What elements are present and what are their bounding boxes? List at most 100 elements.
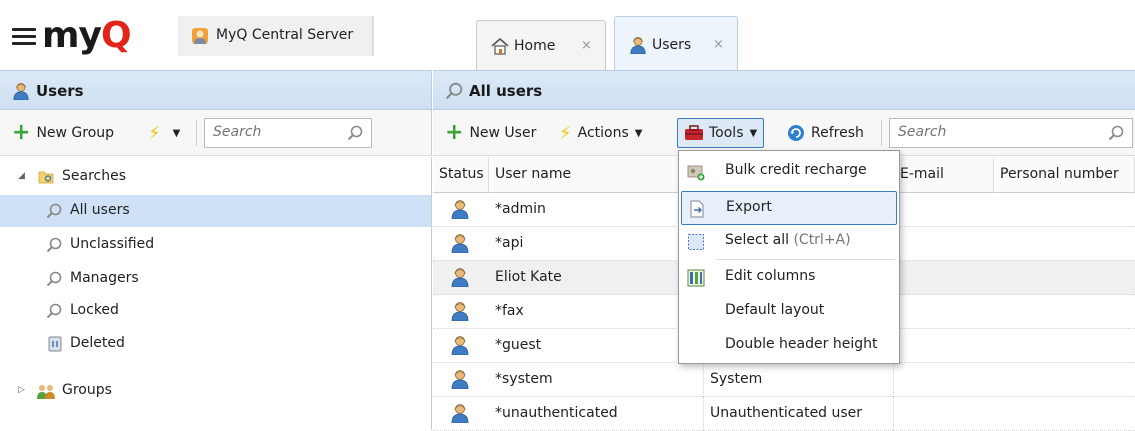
tree-item-locked[interactable]: Locked <box>0 295 431 327</box>
select-all-icon <box>688 234 704 250</box>
select-all-shortcut: (Ctrl+A) <box>793 232 851 248</box>
tab-home-label: Home <box>514 38 556 54</box>
tree-item-all-users[interactable]: All users <box>0 195 431 227</box>
cell-username: *guest <box>489 329 704 363</box>
actions-button[interactable]: ⚡ Actions ▼ <box>559 122 642 144</box>
expand-arrow-icon[interactable]: ◢ <box>18 171 25 181</box>
myq-logo: myQ <box>42 15 132 56</box>
tree-label-locked: Locked <box>70 302 119 318</box>
user-status-icon <box>451 199 469 219</box>
table-row[interactable]: *unauthenticated Unauthenticated user <box>433 397 1135 431</box>
menu-icon[interactable] <box>12 28 36 46</box>
user-status-icon <box>451 267 469 287</box>
tree-label-all-users: All users <box>70 202 130 218</box>
search-icon <box>46 303 62 319</box>
column-header-email[interactable]: E-mail <box>894 157 994 193</box>
server-label: MyQ Central Server <box>216 27 354 43</box>
menu-item-default-layout[interactable]: Default layout <box>681 295 897 329</box>
cell-username: *admin <box>489 193 704 227</box>
tree-item-deleted[interactable]: Deleted <box>0 328 431 360</box>
tab-home[interactable]: Home × <box>476 20 606 70</box>
menu-item-export[interactable]: Export <box>681 191 897 225</box>
user-icon <box>12 82 30 100</box>
refresh-button[interactable]: Refresh <box>787 122 864 144</box>
actions-label: Actions <box>577 125 629 141</box>
cell-fullname: System <box>704 363 894 397</box>
new-user-button[interactable]: + New User <box>445 122 536 144</box>
export-icon <box>690 200 704 218</box>
new-group-button[interactable]: + New Group <box>12 122 114 144</box>
user-search-input[interactable] <box>898 124 1038 140</box>
user-status-icon <box>451 369 469 389</box>
menu-item-edit-columns[interactable]: Edit columns <box>681 261 897 295</box>
table-row[interactable]: *system System <box>433 363 1135 397</box>
group-actions-button[interactable]: ⚡ ▼ <box>148 122 180 144</box>
menu-label-edit-columns: Edit columns <box>725 268 816 284</box>
tree-item-unclassified[interactable]: Unclassified <box>0 229 431 261</box>
refresh-label: Refresh <box>811 125 864 141</box>
top-bar: myQ MyQ Central Server Home × Users × <box>0 0 1135 70</box>
lightning-icon: ⚡ <box>148 122 161 144</box>
expand-arrow-icon[interactable]: ▷ <box>18 385 25 395</box>
user-status-icon <box>451 233 469 253</box>
tree-node-searches[interactable]: ◢ Searches <box>0 161 431 193</box>
home-icon <box>491 37 509 55</box>
tools-button[interactable]: Tools ▼ <box>677 118 765 148</box>
menu-item-select-all[interactable]: Select all (Ctrl+A) <box>681 225 897 259</box>
toolbox-icon <box>685 125 703 140</box>
column-header-status[interactable]: Status <box>433 157 489 193</box>
close-icon[interactable]: × <box>713 37 724 52</box>
tools-menu: Bulk credit recharge Export Select all (… <box>678 150 900 364</box>
server-user-icon <box>192 28 208 44</box>
column-header-personal-number[interactable]: Personal number <box>994 157 1135 193</box>
tab-users[interactable]: Users × <box>614 16 738 70</box>
menu-label-default-layout: Default layout <box>725 302 825 318</box>
columns-icon <box>687 269 705 287</box>
search-icon <box>46 271 62 287</box>
chevron-down-icon: ▼ <box>749 127 758 139</box>
user-icon <box>629 36 647 54</box>
menu-label-double-header: Double header height <box>725 336 878 352</box>
refresh-icon <box>788 125 804 141</box>
column-header-user-name[interactable]: User name <box>489 157 704 193</box>
left-toolbar: + New Group ⚡ ▼ <box>0 110 432 156</box>
user-search-box[interactable] <box>889 118 1133 148</box>
select-all-text: Select all <box>725 232 789 248</box>
tree-node-groups[interactable]: ▷ Groups <box>0 375 431 407</box>
menu-item-double-header-height[interactable]: Double header height <box>681 329 897 363</box>
tools-label: Tools <box>709 125 744 141</box>
search-icon[interactable] <box>347 125 363 141</box>
close-icon[interactable]: × <box>581 38 592 53</box>
tree-label-searches: Searches <box>62 168 127 184</box>
tree-item-managers[interactable]: Managers <box>0 263 431 295</box>
search-icon <box>46 237 62 253</box>
group-search-box[interactable] <box>204 118 372 148</box>
trash-icon <box>48 336 62 352</box>
new-group-label: New Group <box>36 125 115 141</box>
plus-icon: + <box>12 120 31 145</box>
right-panel-title: All users <box>469 82 543 100</box>
users-tree: ◢ Searches All users Unclassified Manage… <box>0 157 432 430</box>
menu-item-bulk-credit-recharge[interactable]: Bulk credit recharge <box>681 155 897 189</box>
tab-users-label: Users <box>652 37 692 53</box>
left-panel-header: Users <box>0 70 432 110</box>
menu-label-bulk-credit: Bulk credit recharge <box>725 162 867 178</box>
search-icon[interactable] <box>1108 125 1124 141</box>
group-icon <box>37 385 55 399</box>
tree-label-groups: Groups <box>62 382 112 398</box>
search-icon <box>46 203 62 219</box>
user-status-icon <box>451 335 469 355</box>
tree-label-managers: Managers <box>70 270 139 286</box>
right-panel-header: All users <box>433 70 1135 110</box>
server-button[interactable]: MyQ Central Server <box>178 16 374 56</box>
left-panel-title: Users <box>36 82 84 100</box>
cell-username: *unauthenticated <box>489 397 704 431</box>
chevron-down-icon: ▼ <box>172 127 181 139</box>
group-search-input[interactable] <box>213 124 353 140</box>
search-icon <box>445 82 463 100</box>
menu-label-select-all: Select all (Ctrl+A) <box>725 232 851 248</box>
tree-label-deleted: Deleted <box>70 335 125 351</box>
plus-icon: + <box>445 120 464 145</box>
user-status-icon <box>451 403 469 423</box>
user-status-icon <box>451 301 469 321</box>
